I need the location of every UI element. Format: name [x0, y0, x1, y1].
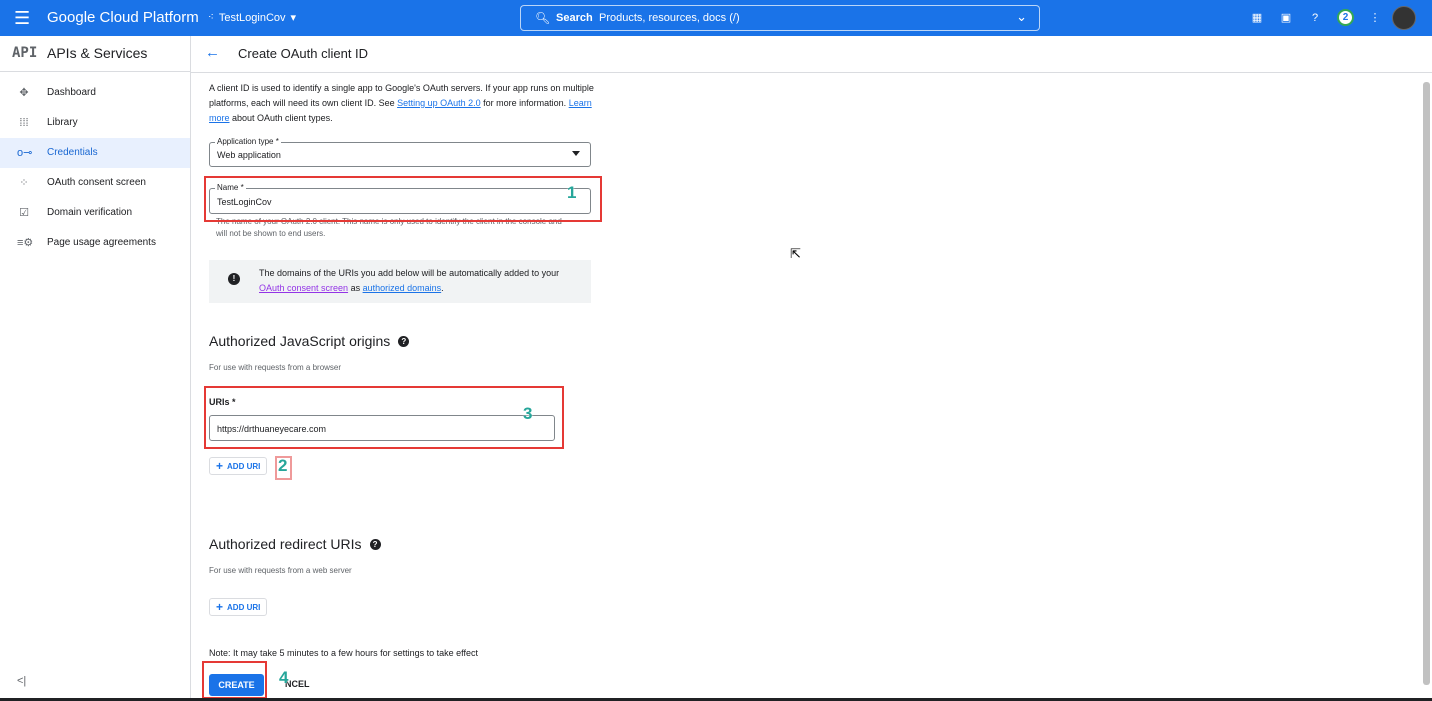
api-logo: API: [12, 45, 38, 61]
js-origins-subtitle: For use with requests from a browser: [209, 363, 342, 372]
redirect-uris-heading: Authorized redirect URIs ?: [209, 536, 381, 552]
sidebar-title: APIs & Services: [47, 45, 148, 61]
search-bar[interactable]: 🔍︎ Search Products, resources, docs (/) …: [520, 5, 1040, 31]
more-vert-icon[interactable]: ⋮: [1368, 11, 1382, 25]
mouse-cursor-icon: ⇱: [790, 246, 801, 261]
collapse-sidebar-icon[interactable]: <|: [17, 675, 26, 687]
library-icon: ⁞⁞⁞: [19, 117, 29, 129]
search-expand-icon[interactable]: ⌄: [1016, 9, 1027, 25]
application-type-value: Web application: [217, 150, 281, 160]
info-banner: ! The domains of the URIs you add below …: [209, 260, 591, 303]
authorized-domains-link[interactable]: authorized domains: [363, 283, 442, 293]
checkbox-icon: ☑: [19, 207, 29, 219]
sidebar-item-credentials[interactable]: o⊸ Credentials: [0, 138, 190, 168]
avatar[interactable]: [1392, 6, 1416, 30]
annotation-box-uri: [204, 386, 564, 449]
info-part: The domains of the URIs you add below wi…: [259, 268, 560, 278]
help-icon[interactable]: ?: [369, 538, 381, 550]
back-arrow-icon[interactable]: ←: [205, 44, 220, 61]
annotation-number-1: 1: [567, 183, 577, 202]
sidebar-item-dashboard[interactable]: ✥ Dashboard: [0, 78, 190, 108]
add-redirect-uri-button[interactable]: + ADD URI: [209, 598, 268, 616]
sidebar: API APIs & Services ✥ Dashboard ⁞⁞⁞ Libr…: [0, 36, 191, 701]
sidebar-item-library[interactable]: ⁞⁞⁞ Library: [0, 108, 190, 138]
annotation-number-4: 4: [279, 668, 289, 687]
add-uri-label: ADD URI: [227, 461, 261, 471]
settings-note: Note: It may take 5 minutes to a few hou…: [209, 648, 478, 658]
redirect-uris-subtitle: For use with requests from a web server: [209, 566, 352, 575]
info-text: The domains of the URIs you add below wi…: [259, 266, 579, 296]
js-origins-heading: Authorized JavaScript origins ?: [209, 333, 410, 349]
setup-oauth-link[interactable]: Setting up OAuth 2.0: [397, 98, 481, 108]
sidebar-item-label: OAuth consent screen: [47, 177, 146, 188]
sidebar-item-oauth-consent[interactable]: ⁘ OAuth consent screen: [0, 168, 190, 198]
page-header: ← Create OAuth client ID: [191, 36, 1432, 73]
brand-title[interactable]: Google Cloud Platform: [47, 9, 199, 27]
add-uri-label: ADD URI: [227, 602, 261, 612]
project-name: TestLoginCov: [218, 12, 286, 24]
sidebar-item-label: Credentials: [47, 147, 98, 158]
application-type-label: Application type *: [215, 137, 281, 147]
cancel-button[interactable]: NCEL: [285, 679, 310, 689]
annotation-number-3: 3: [523, 404, 533, 423]
annotation-box-create: [202, 661, 267, 699]
info-part: as: [348, 283, 363, 293]
project-dots-icon: ⁖: [208, 12, 214, 23]
help-icon[interactable]: ?: [398, 335, 410, 347]
js-origins-title: Authorized JavaScript origins: [209, 333, 391, 349]
scrollbar[interactable]: [1423, 82, 1430, 685]
info-part: .: [441, 283, 444, 293]
project-selector[interactable]: ⁖ TestLoginCov ▾: [208, 10, 296, 26]
search-icon: 🔍︎: [535, 11, 551, 25]
notifications-badge[interactable]: 2: [1337, 9, 1354, 26]
terminal-icon[interactable]: ▣: [1279, 11, 1293, 25]
key-icon: o⊸: [17, 147, 33, 159]
intro-part: about OAuth client types.: [229, 113, 333, 123]
annotation-box-name: [204, 176, 602, 222]
intro-part: for more information.: [480, 98, 569, 108]
add-js-origin-button[interactable]: + ADD URI: [209, 457, 268, 475]
sidebar-header: API APIs & Services: [0, 36, 190, 72]
sidebar-item-label: Dashboard: [47, 87, 96, 98]
sidebar-item-label: Library: [47, 117, 78, 128]
oauth-consent-link[interactable]: OAuth consent screen: [259, 283, 348, 293]
settings-list-icon: ≡⚙: [17, 237, 34, 249]
plus-icon: +: [216, 600, 224, 614]
gift-icon[interactable]: ▦: [1250, 11, 1264, 25]
application-type-select[interactable]: Application type * Web application: [209, 137, 591, 167]
page-title: Create OAuth client ID: [238, 46, 369, 61]
info-icon: !: [228, 273, 240, 285]
sidebar-item-domain-verification[interactable]: ☑ Domain verification: [0, 198, 190, 228]
top-app-bar: ☰ Google Cloud Platform ⁖ TestLoginCov ▾…: [0, 0, 1432, 36]
menu-icon[interactable]: ☰: [14, 9, 32, 27]
sidebar-item-label: Page usage agreements: [47, 237, 156, 248]
sidebar-item-label: Domain verification: [47, 207, 133, 218]
intro-text: A client ID is used to identify a single…: [209, 81, 594, 126]
chevron-down-icon: ▾: [290, 12, 297, 24]
plus-icon: +: [216, 459, 224, 473]
redirect-uris-title: Authorized redirect URIs: [209, 536, 362, 552]
consent-icon: ⁘: [19, 177, 29, 189]
sidebar-item-page-usage[interactable]: ≡⚙ Page usage agreements: [0, 228, 190, 258]
dropdown-arrow-icon: [572, 151, 580, 156]
dashboard-icon: ✥: [19, 87, 29, 99]
annotation-number-2: 2: [278, 456, 288, 475]
search-placeholder: Products, resources, docs (/): [599, 12, 740, 24]
help-icon[interactable]: ?: [1308, 11, 1322, 25]
search-label: Search: [556, 12, 593, 24]
